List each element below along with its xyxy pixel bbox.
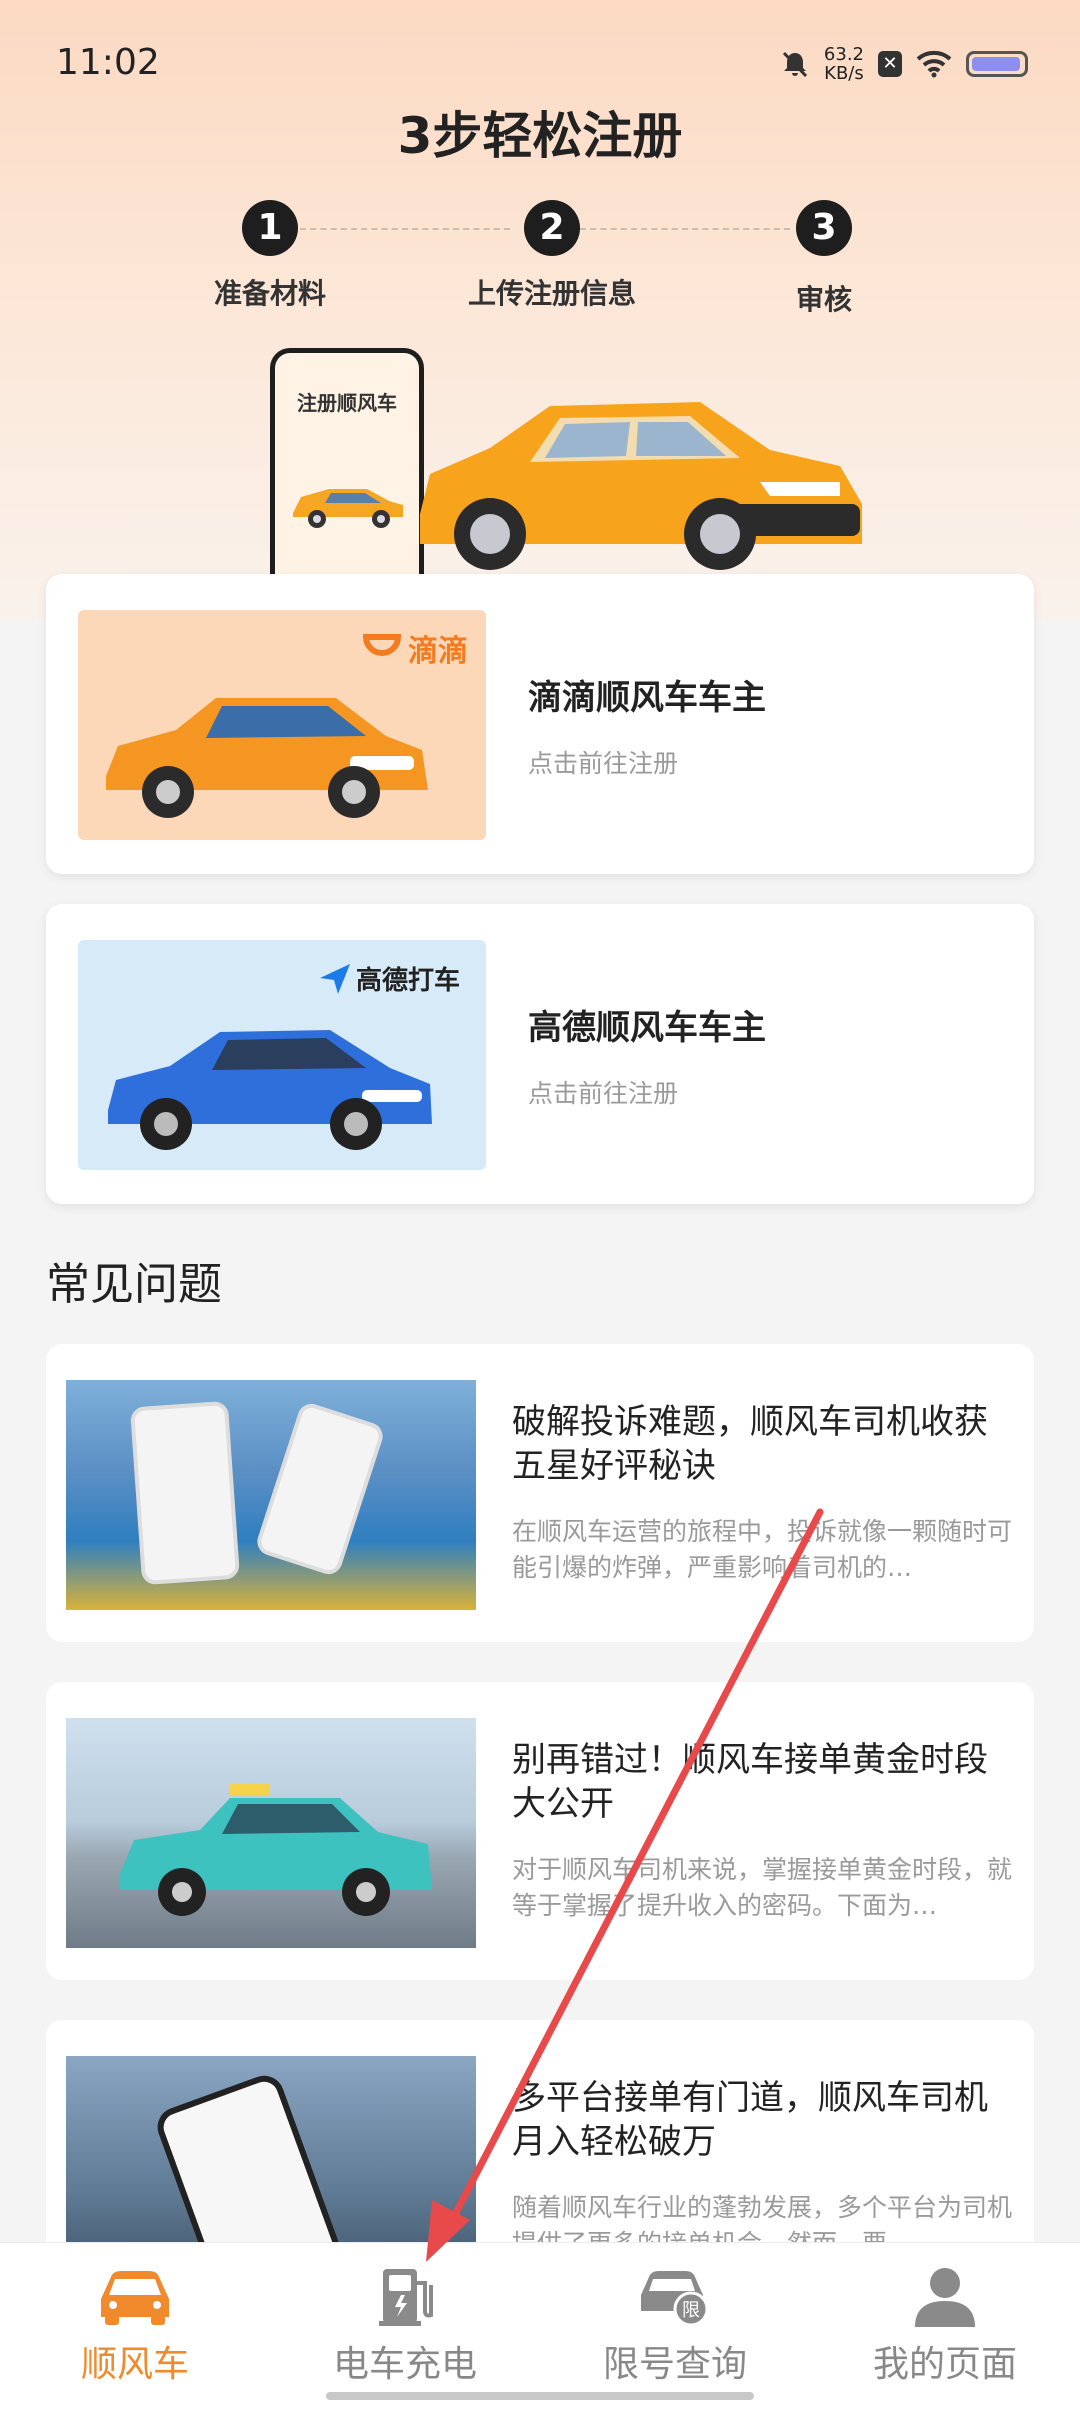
speed-unit: KB/s	[824, 63, 864, 84]
gaode-logo: 高德打车	[318, 960, 460, 997]
svg-text:限: 限	[682, 2300, 700, 2321]
tab-my-page[interactable]: 我的页面	[810, 2265, 1080, 2387]
step-number: 3	[796, 200, 852, 256]
yellow-car-illustration	[420, 402, 862, 570]
phone-label: 注册顺风车	[297, 391, 397, 415]
didi-card-image: 滴滴	[78, 610, 486, 840]
notification-x-icon: ✕	[878, 51, 902, 77]
step-1: 1 准备材料	[150, 200, 390, 312]
blue-car-illustration	[108, 1030, 432, 1150]
gaode-arrow-icon	[320, 963, 350, 994]
article-title: 别再错过！顺风车接单黄金时段大公开	[512, 1740, 988, 1824]
tab-label: 电车充电	[332, 2344, 477, 2385]
card-title: 滴滴顺风车车主	[528, 678, 766, 718]
home-indicator[interactable]	[326, 2392, 754, 2400]
step-number: 2	[524, 200, 580, 256]
didi-brand-text: 滴滴	[408, 634, 468, 669]
page-title: 3步轻松注册	[397, 107, 683, 165]
tab-label: 顺风车	[80, 2344, 189, 2385]
network-speed: 63.2 KB/s	[824, 45, 864, 83]
status-icons: 63.2 KB/s ✕	[780, 42, 1028, 86]
article-desc: 在顺风车运营的旅程中，投诉就像一颗随时可能引爆的炸弹，严重影响着司机的…	[512, 1517, 1013, 1582]
card-subtitle: 点击前往注册	[528, 749, 679, 778]
hero-banner: 11:02 63.2 KB/s ✕ 3步轻松注册 1 准备材料 2 上传注册信息…	[0, 0, 1080, 620]
small-car-icon	[293, 489, 403, 528]
tab-label: 我的页面	[872, 2344, 1017, 2385]
article-desc: 对于顺风车司机来说，掌握接单黄金时段，就等于掌握了提升收入的密码。下面为…	[512, 1855, 1013, 1920]
article-title: 破解投诉难题，顺风车司机收获五星好评秘诀	[512, 1402, 988, 1486]
wifi-icon	[916, 50, 952, 78]
didi-d-icon	[362, 634, 402, 656]
step-label: 审核	[795, 283, 852, 316]
status-time: 11:02	[56, 42, 160, 83]
faq-article-2[interactable]: 别再错过！顺风车接单黄金时段大公开 对于顺风车司机来说，掌握接单黄金时段，就等于…	[46, 1682, 1034, 1980]
tab-charging[interactable]: 电车充电	[270, 2265, 540, 2387]
bottom-tab-bar: 顺风车 电车充电 限 限号查询 我的页面	[0, 2242, 1080, 2409]
faq-article-1[interactable]: 破解投诉难题，顺风车司机收获五星好评秘诀 在顺风车运营的旅程中，投诉就像一颗随时…	[46, 1344, 1034, 1642]
article-image	[66, 1718, 476, 1948]
gaode-card-image: 高德打车	[78, 940, 486, 1170]
card-subtitle: 点击前往注册	[528, 1079, 679, 1108]
faq-section-title: 常见问题	[46, 1259, 222, 1310]
restricted-car-icon: 限	[641, 2271, 709, 2327]
mute-bell-icon	[782, 51, 808, 78]
step-label: 准备材料	[213, 277, 326, 310]
step-3: 3 审核	[704, 200, 944, 318]
taxi-illustration	[120, 1784, 432, 1916]
orange-car-illustration	[106, 698, 428, 818]
tab-restriction-query[interactable]: 限 限号查询	[540, 2265, 810, 2387]
gaode-brand-text: 高德打车	[356, 966, 461, 996]
step-2: 2 上传注册信息	[432, 200, 672, 312]
article-title: 多平台接单有门道，顺风车司机月入轻松破万	[512, 2078, 988, 2162]
tab-label: 限号查询	[602, 2344, 747, 2385]
didi-register-card[interactable]: 滴滴 滴滴顺风车车主 点击前往注册	[46, 574, 1034, 874]
step-number: 1	[242, 200, 298, 256]
battery-icon	[966, 51, 1028, 77]
article-image	[66, 1380, 476, 1610]
battery-fill	[972, 57, 1020, 71]
phone-mockup-right	[253, 1400, 387, 1578]
car-icon	[101, 2271, 169, 2325]
gaode-register-card[interactable]: 高德打车 高德顺风车车主 点击前往注册	[46, 904, 1034, 1204]
charging-station-icon	[379, 2269, 433, 2326]
register-steps: 1 准备材料 2 上传注册信息 3 审核	[0, 200, 1080, 320]
phone-mockup-left	[129, 1400, 241, 1586]
step-label: 上传注册信息	[467, 277, 636, 310]
tab-shunfengche[interactable]: 顺风车	[0, 2265, 270, 2387]
didi-logo: 滴滴	[362, 626, 468, 670]
user-icon	[915, 2268, 975, 2327]
card-title: 高德顺风车车主	[528, 1008, 766, 1048]
speed-value: 63.2	[823, 44, 864, 65]
